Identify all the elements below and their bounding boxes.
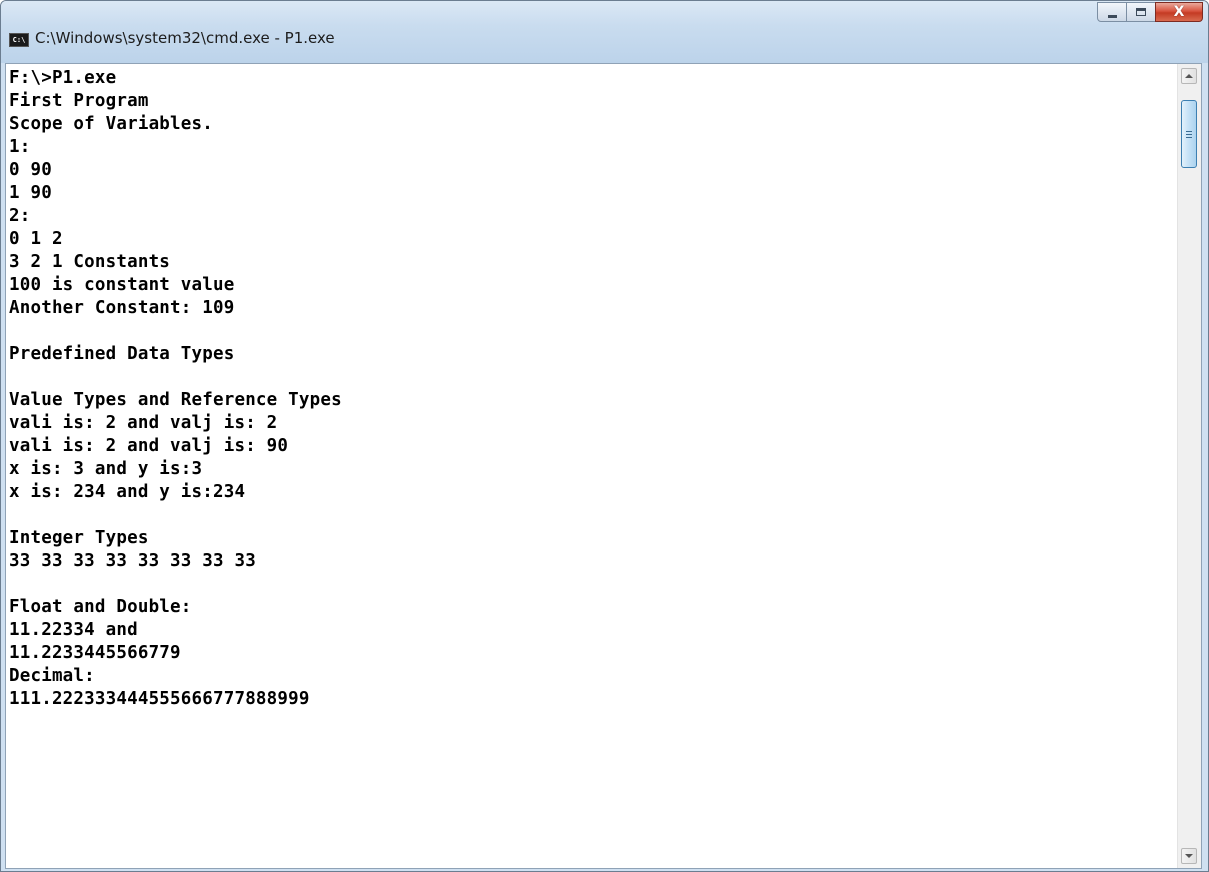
console-line: x is: 234 and y is:234 (9, 482, 246, 502)
console-line: 1 90 (9, 183, 52, 203)
thumb-grip-icon (1186, 131, 1192, 138)
console-area[interactable]: F:\>P1.exe First Program Scope of Variable… (5, 63, 1202, 869)
console-line: 0 90 (9, 160, 52, 180)
scroll-down-arrow-icon (1185, 854, 1193, 858)
console-line: 11.22334 and (9, 620, 138, 640)
minimize-icon (1107, 14, 1117, 18)
window-title: C:\Windows\system32\cmd.exe - P1.exe (35, 29, 335, 47)
console-line: 3 2 1 Constants (9, 252, 171, 272)
console-line: First Program (9, 91, 149, 111)
console-line: 0 1 2 (9, 229, 63, 249)
maximize-button[interactable] (1126, 2, 1156, 22)
cmd-window: C:\ C:\Windows\system32\cmd.exe - P1.exe… (0, 0, 1209, 872)
scroll-down-button[interactable] (1181, 848, 1197, 864)
console-line: Value Types and Reference Types (9, 390, 342, 410)
console-line: 111.222333444555666777888999 (9, 689, 310, 709)
console-line: 11.2233445566779 (9, 643, 181, 663)
caption-buttons: X (1097, 2, 1203, 22)
console-line: Float and Double: (9, 597, 192, 617)
console-line: x is: 3 and y is:3 (9, 459, 203, 479)
console-line: Scope of Variables. (9, 114, 213, 134)
console-line: F:\>P1.exe (9, 68, 117, 88)
console-line: vali is: 2 and valj is: 2 (9, 413, 278, 433)
close-button[interactable]: X (1155, 2, 1203, 22)
console-line: Decimal: (9, 666, 95, 686)
title-bar[interactable]: C:\ C:\Windows\system32\cmd.exe - P1.exe… (1, 1, 1208, 63)
console-output[interactable]: F:\>P1.exe First Program Scope of Variable… (9, 67, 1169, 865)
scrollbar-thumb[interactable] (1181, 100, 1197, 168)
console-line: 1: (9, 137, 31, 157)
console-line: 100 is constant value (9, 275, 235, 295)
close-icon: X (1173, 4, 1185, 20)
console-line: 2: (9, 206, 31, 226)
console-line: Integer Types (9, 528, 149, 548)
console-line: Another Constant: 109 (9, 298, 235, 318)
console-line: Predefined Data Types (9, 344, 235, 364)
vertical-scrollbar[interactable] (1177, 64, 1201, 868)
maximize-icon (1136, 8, 1146, 16)
minimize-button[interactable] (1097, 2, 1127, 22)
console-line: 33 33 33 33 33 33 33 33 (9, 551, 256, 571)
scroll-up-button[interactable] (1181, 68, 1197, 84)
scroll-up-arrow-icon (1185, 74, 1193, 78)
console-line: vali is: 2 and valj is: 90 (9, 436, 289, 456)
cmd-icon[interactable]: C:\ (9, 33, 29, 47)
